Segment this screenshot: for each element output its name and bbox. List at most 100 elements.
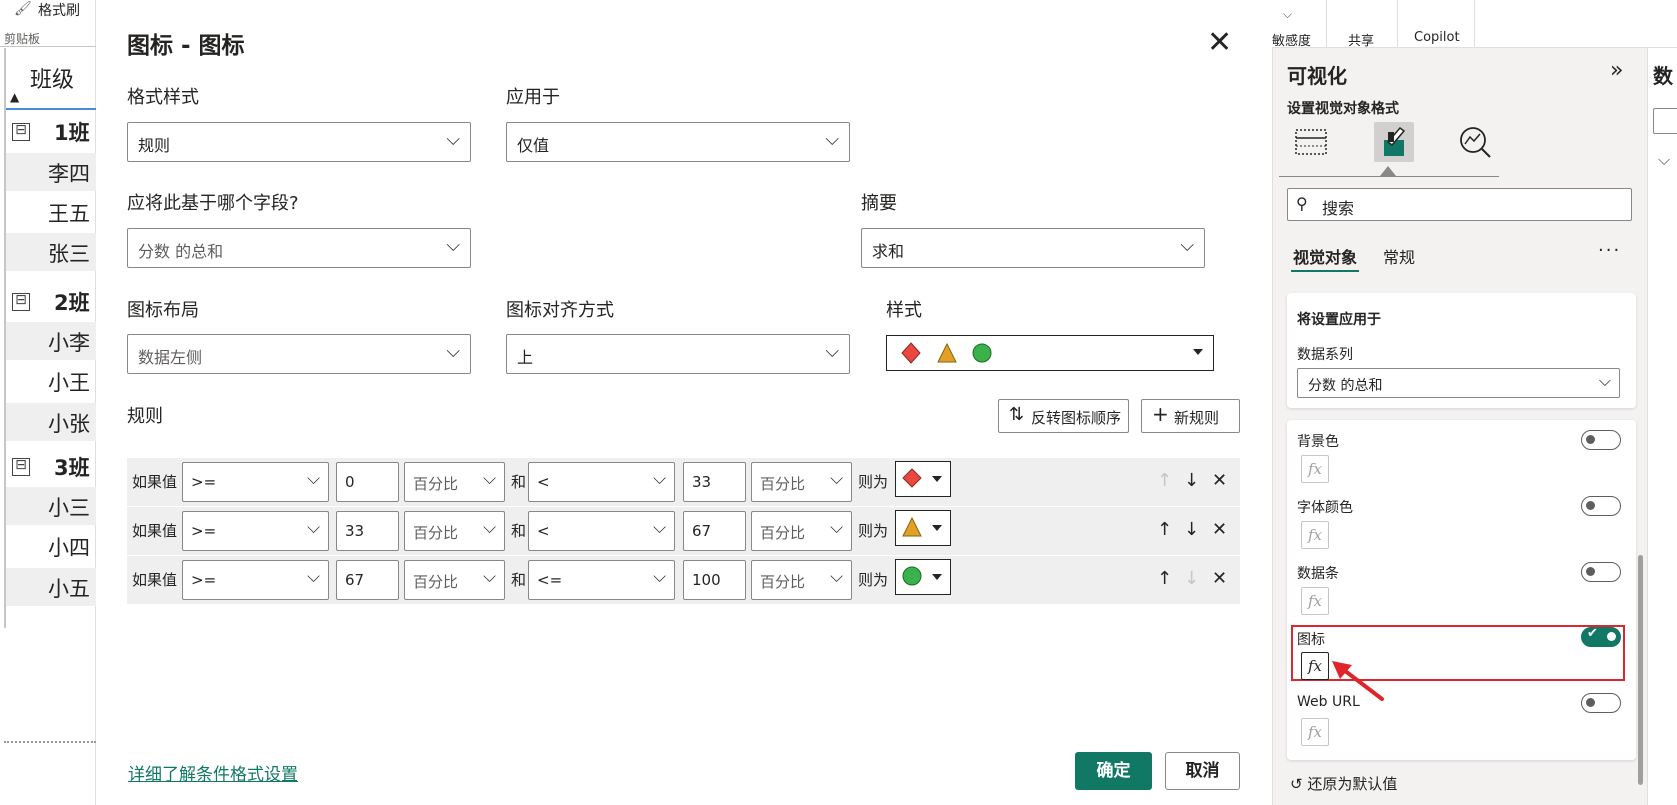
operator-dropdown[interactable]: < ⌵ [528, 511, 675, 551]
operator-dropdown[interactable]: >= ⌵ [182, 462, 329, 502]
font-color-toggle[interactable] [1581, 496, 1621, 516]
analytics-icon[interactable] [1455, 122, 1495, 162]
rule-icon-picker[interactable] [895, 559, 951, 595]
icons-toggle[interactable]: ✔ [1581, 626, 1621, 647]
matrix-item-row[interactable]: 小王 [6, 362, 96, 400]
icon-style-dropdown[interactable] [886, 335, 1214, 371]
move-up-icon[interactable]: ↑ [1157, 568, 1172, 589]
value-input[interactable]: 0 [336, 462, 399, 502]
series-dropdown[interactable]: 分数 的总和 ⌵ [1297, 368, 1620, 398]
cancel-button[interactable]: 取消 [1165, 752, 1240, 790]
collapse-icon[interactable]: ⊟ [12, 293, 30, 311]
apply-to-dropdown[interactable]: 仅值 ⌵ [506, 122, 850, 162]
tab-visual[interactable]: 视觉对象 [1293, 244, 1357, 268]
data-bars-fx-button[interactable]: fx [1301, 587, 1329, 615]
collapse-icon[interactable]: ⊟ [12, 123, 30, 141]
move-up-icon[interactable]: ↑ [1157, 519, 1172, 540]
reverse-icon-order-button[interactable]: ⇅ 反转图标顺序 [998, 399, 1129, 433]
web-url-toggle[interactable] [1581, 693, 1621, 713]
chevron-down-icon: ⌵ [307, 518, 320, 538]
format-painter-icon[interactable]: 🖌 [14, 1, 32, 17]
unit-dropdown[interactable]: 百分比 ⌵ [751, 462, 852, 502]
matrix-item-row[interactable]: 小四 [6, 527, 96, 565]
value-input[interactable]: 67 [683, 511, 746, 551]
pane-scrollbar[interactable] [1638, 555, 1643, 785]
icon-alignment-dropdown[interactable]: 上 ⌵ [506, 334, 850, 374]
value-input[interactable]: 67 [336, 560, 399, 600]
based-on-field-dropdown[interactable]: 分数 的总和 ⌵ [127, 228, 471, 268]
reset-to-default[interactable]: ↺ 还原为默认值 [1290, 773, 1397, 794]
operator-dropdown[interactable]: <= ⌵ [528, 560, 675, 600]
delete-rule-icon[interactable]: ✕ [1212, 519, 1227, 540]
learn-more-link[interactable]: 详细了解条件格式设置 [128, 760, 298, 785]
icon-layout-dropdown[interactable]: 数据左侧 ⌵ [127, 334, 471, 374]
based-on-field-value: 分数 的总和 [138, 242, 224, 261]
collapse-icon[interactable]: ⊟ [12, 458, 30, 476]
chevron-down-icon: ⌵ [446, 129, 460, 150]
matrix-item-row[interactable]: 李四 [6, 153, 96, 191]
close-icon[interactable]: ✕ [1207, 28, 1232, 58]
reset-icon: ↺ [1290, 775, 1308, 793]
font-color-fx-button[interactable]: fx [1301, 521, 1329, 549]
value-input[interactable]: 33 [336, 511, 399, 551]
matrix-item-row[interactable]: 小张 [6, 403, 96, 441]
background-color-toggle[interactable] [1581, 430, 1621, 450]
data-search-input[interactable] [1653, 108, 1677, 134]
tab-general[interactable]: 常规 [1383, 244, 1415, 268]
red-diamond-icon [901, 342, 921, 364]
web-url-fx-button[interactable]: fx [1301, 718, 1329, 746]
operator-value: <= [537, 571, 563, 589]
summary-dropdown[interactable]: 求和 ⌵ [861, 228, 1205, 268]
matrix-item-row[interactable]: 小李 [6, 322, 96, 360]
delete-rule-icon[interactable]: ✕ [1212, 470, 1227, 491]
group-label: 1班 [54, 121, 90, 145]
icons-fx-button[interactable]: fx [1301, 652, 1329, 680]
build-visual-icon[interactable] [1291, 122, 1331, 162]
group-label: 3班 [54, 456, 90, 480]
unit-dropdown[interactable]: 百分比 ⌵ [404, 560, 505, 600]
move-down-icon[interactable]: ↓ [1184, 519, 1199, 540]
format-style-dropdown[interactable]: 规则 ⌵ [127, 122, 471, 162]
sensitivity-label[interactable]: 敏感度 [1272, 30, 1311, 49]
data-bars-toggle[interactable] [1581, 562, 1621, 582]
reverse-icon-order-label: 反转图标顺序 [1031, 409, 1122, 427]
more-options-icon[interactable]: ··· [1598, 240, 1621, 261]
rule-icon-picker[interactable] [895, 510, 951, 546]
format-painter-label[interactable]: 格式刷 [38, 0, 80, 20]
matrix-group-row[interactable]: ⊟ 3班 [6, 448, 96, 486]
rule-icon-picker[interactable] [895, 461, 951, 497]
unit-dropdown[interactable]: 百分比 ⌵ [404, 511, 505, 551]
chevron-down-icon[interactable]: ⌵ [1283, 7, 1292, 22]
unit-dropdown[interactable]: 百分比 ⌵ [404, 462, 505, 502]
share-label[interactable]: 共享 [1348, 30, 1374, 49]
operator-dropdown[interactable]: >= ⌵ [182, 511, 329, 551]
background-color-fx-button[interactable]: fx [1301, 455, 1329, 483]
summary-label: 摘要 [861, 193, 897, 214]
new-rule-button[interactable]: + 新规则 [1141, 399, 1240, 433]
matrix-group-row[interactable]: ⊟ 2班 [6, 283, 96, 321]
unit-dropdown[interactable]: 百分比 ⌵ [751, 511, 852, 551]
copilot-label[interactable]: Copilot [1414, 30, 1460, 45]
matrix-group-row[interactable]: ⊟ 1班 [6, 113, 96, 151]
matrix-item-row[interactable]: 小三 [6, 487, 96, 525]
matrix-item-row[interactable]: 王五 [6, 193, 96, 231]
then-label: 则为 [858, 571, 889, 589]
search-input[interactable]: ⚲ 搜索 [1287, 188, 1632, 221]
matrix-item-row[interactable]: 张三 [6, 233, 96, 271]
ok-button[interactable]: 确定 [1075, 752, 1152, 790]
delete-rule-icon[interactable]: ✕ [1212, 568, 1227, 589]
value-input[interactable]: 33 [683, 462, 746, 502]
matrix-column-header[interactable]: 班级 [30, 62, 74, 94]
check-icon: ✔ [1587, 626, 1598, 641]
collapse-pane-icon[interactable]: » [1610, 58, 1623, 83]
chevron-down-icon[interactable]: ⌵ [1658, 150, 1670, 170]
sort-ascending-icon[interactable]: ▲ [10, 90, 19, 104]
unit-dropdown[interactable]: 百分比 ⌵ [751, 560, 852, 600]
operator-dropdown[interactable]: < ⌵ [528, 462, 675, 502]
matrix-item-row[interactable]: 小五 [6, 568, 96, 606]
item-label: 李四 [48, 162, 90, 186]
format-visual-icon[interactable] [1374, 122, 1414, 162]
operator-dropdown[interactable]: >= ⌵ [182, 560, 329, 600]
value-input[interactable]: 100 [683, 560, 746, 600]
move-down-icon[interactable]: ↓ [1184, 470, 1199, 491]
